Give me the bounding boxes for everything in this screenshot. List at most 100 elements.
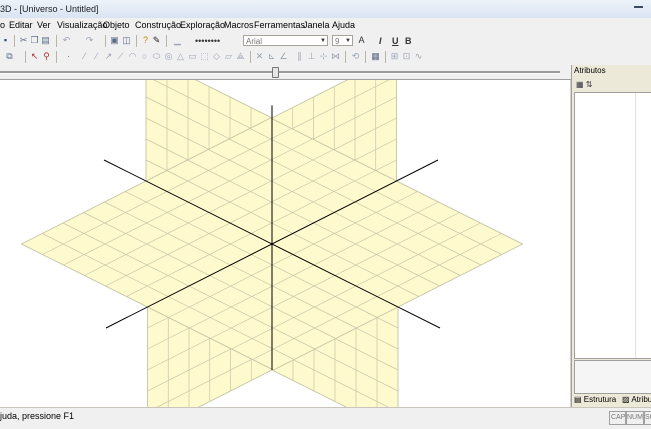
grid-tool-icon[interactable]: ⊞: [390, 52, 399, 61]
save-icon[interactable]: ▪: [1, 36, 10, 45]
panel-toolbar: ▦ ⇅: [576, 80, 593, 89]
font-size-value: 9: [335, 37, 340, 46]
menu-janela[interactable]: Janela: [303, 20, 330, 30]
3d-scene[interactable]: [0, 80, 570, 407]
construction-toolbar: ⧉ ↖ ⚲ · ⁄ ∕ ↗ ⟋ ◠ ○ ⬭ ◎ △ ▭ ⬚ ◇ ▱ ⟁ ✕ ⊾ …: [0, 49, 651, 66]
midpoint-tool-icon[interactable]: ⊹: [319, 52, 328, 61]
pyramid-tool-icon[interactable]: ⟁: [236, 52, 245, 61]
tab-attributes-label: Atribu: [631, 395, 651, 404]
toolbar-separator: [56, 35, 57, 47]
grid-divider: [635, 93, 636, 358]
help-icon[interactable]: ?: [141, 36, 150, 45]
menu-file[interactable]: o: [0, 20, 5, 30]
cut-icon[interactable]: ✂: [19, 36, 28, 45]
toolbar-separator: [136, 35, 137, 47]
window-title: 3D - [Universo - Untitled]: [0, 4, 99, 14]
view-slider-thumb[interactable]: [272, 67, 279, 78]
sort-alpha-icon[interactable]: ⇅: [586, 80, 593, 89]
menu-exploracao[interactable]: Exploração: [180, 20, 225, 30]
sphere-tool-icon[interactable]: ◎: [164, 52, 173, 61]
symmetry-tool-icon[interactable]: ⋈: [331, 52, 340, 61]
print-icon[interactable]: ▣: [110, 36, 119, 45]
menu-visualizacao[interactable]: Visualização: [57, 20, 107, 30]
toolbar-separator: [345, 51, 346, 63]
italic-button[interactable]: I: [379, 36, 382, 46]
cone-tool-icon[interactable]: △: [176, 52, 185, 61]
perpendicular-tool-icon[interactable]: ⊥: [307, 52, 316, 61]
select-pointer-icon[interactable]: ↖: [30, 52, 39, 61]
point-tool-icon[interactable]: ·: [64, 52, 73, 61]
font-name-value: Arial: [246, 37, 263, 46]
view-slider-track[interactable]: [0, 71, 560, 74]
3d-canvas[interactable]: [0, 80, 570, 407]
cylinder-tool-icon[interactable]: ▭: [188, 52, 197, 61]
segment-tool-icon[interactable]: ∕: [92, 52, 101, 61]
menu-ferramentas[interactable]: Ferramentas: [254, 20, 305, 30]
view-icon[interactable]: ⧉: [5, 52, 14, 61]
minimize-icon[interactable]: [634, 6, 643, 8]
toolbar-separator: [56, 51, 57, 63]
view-slider-bar: [0, 65, 571, 80]
toolbar-separator: [250, 51, 251, 63]
menu-editar[interactable]: Editar: [9, 20, 33, 30]
title-bar: 3D - [Universo - Untitled]: [0, 0, 651, 19]
parallel-tool-icon[interactable]: ∥: [295, 52, 304, 61]
line-style-select[interactable]: ••••••••: [195, 36, 220, 46]
undo-icon[interactable]: ↶: [62, 36, 71, 45]
ray-tool-icon[interactable]: ⟋: [116, 52, 125, 61]
font-name-select[interactable]: Arial ▼: [243, 35, 328, 46]
tab-structure[interactable]: ▤ Estrutura: [574, 395, 616, 404]
trace-tool-icon[interactable]: ∿: [414, 52, 423, 61]
transform-tool-icon[interactable]: ⟲: [351, 52, 360, 61]
menu-construcao[interactable]: Construção: [135, 20, 181, 30]
context-help-icon[interactable]: ✎: [152, 36, 161, 45]
underline-button[interactable]: U: [392, 36, 399, 46]
toolbar-separator: [25, 51, 26, 63]
attribute-description: [574, 360, 651, 394]
paste-icon[interactable]: ▤: [41, 36, 50, 45]
toolbar-separator: [166, 35, 167, 47]
attributes-grid[interactable]: [574, 92, 651, 359]
calculator-tool-icon[interactable]: ▦: [371, 52, 380, 61]
line-color-icon[interactable]: ▁: [173, 36, 182, 45]
status-message: juda, pressione F1: [0, 411, 75, 421]
panel-title: Atributos: [574, 66, 606, 75]
status-bar: juda, pressione F1 CAP NUM SC: [0, 407, 651, 429]
menu-macros[interactable]: Macros: [224, 20, 254, 30]
arc-tool-icon[interactable]: ◠: [128, 52, 137, 61]
intersection-tool-icon[interactable]: ✕: [255, 52, 264, 61]
measure-tool-icon[interactable]: ⊾: [267, 52, 276, 61]
zoom-icon[interactable]: ⚲: [42, 52, 51, 61]
menu-ajuda[interactable]: Ajuda: [332, 20, 355, 30]
menu-objeto[interactable]: Objeto: [103, 20, 130, 30]
categorized-icon[interactable]: ▦: [576, 80, 584, 89]
menu-ver[interactable]: Ver: [37, 20, 51, 30]
ellipse-tool-icon[interactable]: ⬭: [152, 52, 161, 61]
animation-tool-icon[interactable]: ⊡: [402, 52, 411, 61]
toolbar-separator: [385, 51, 386, 63]
attributes-panel: Atributos ▦ ⇅ ▤ Estrutura ▨ Atribu: [571, 65, 651, 407]
toolbar-separator: [105, 35, 106, 47]
chevron-down-icon: ▼: [345, 38, 351, 44]
redo-icon[interactable]: ↷: [85, 36, 94, 45]
circle-tool-icon[interactable]: ○: [140, 52, 149, 61]
standard-toolbar: ▪ ✂ ❐ ▤ ↶ ↷ ▣ ◫ ? ✎ ▁ •••••••• Arial ▼ 9 ▼…: [0, 33, 651, 49]
toolbar-separator: [365, 51, 366, 63]
angle-tool-icon[interactable]: ∠: [279, 52, 288, 61]
copy-icon[interactable]: ❐: [30, 36, 39, 45]
scroll-indicator: SC: [643, 411, 651, 425]
line-tool-icon[interactable]: ⁄: [80, 52, 89, 61]
prism-tool-icon[interactable]: ▱: [224, 52, 233, 61]
tab-attributes[interactable]: ▨ Atribu: [622, 395, 651, 404]
num-indicator: NUM: [625, 411, 645, 425]
tab-structure-label: Estrutura: [583, 395, 617, 404]
vector-tool-icon[interactable]: ↗: [104, 52, 113, 61]
cube-tool-icon[interactable]: ⬚: [200, 52, 209, 61]
font-size-select[interactable]: 9 ▼: [332, 35, 353, 46]
chevron-down-icon: ▼: [320, 38, 326, 44]
polyhedron-tool-icon[interactable]: ◇: [212, 52, 221, 61]
print-preview-icon[interactable]: ◫: [122, 36, 131, 45]
text-color-icon[interactable]: A: [357, 36, 366, 45]
bold-button[interactable]: B: [405, 36, 412, 46]
menu-bar: o Editar Ver Visualização Objeto Constru…: [0, 18, 651, 33]
